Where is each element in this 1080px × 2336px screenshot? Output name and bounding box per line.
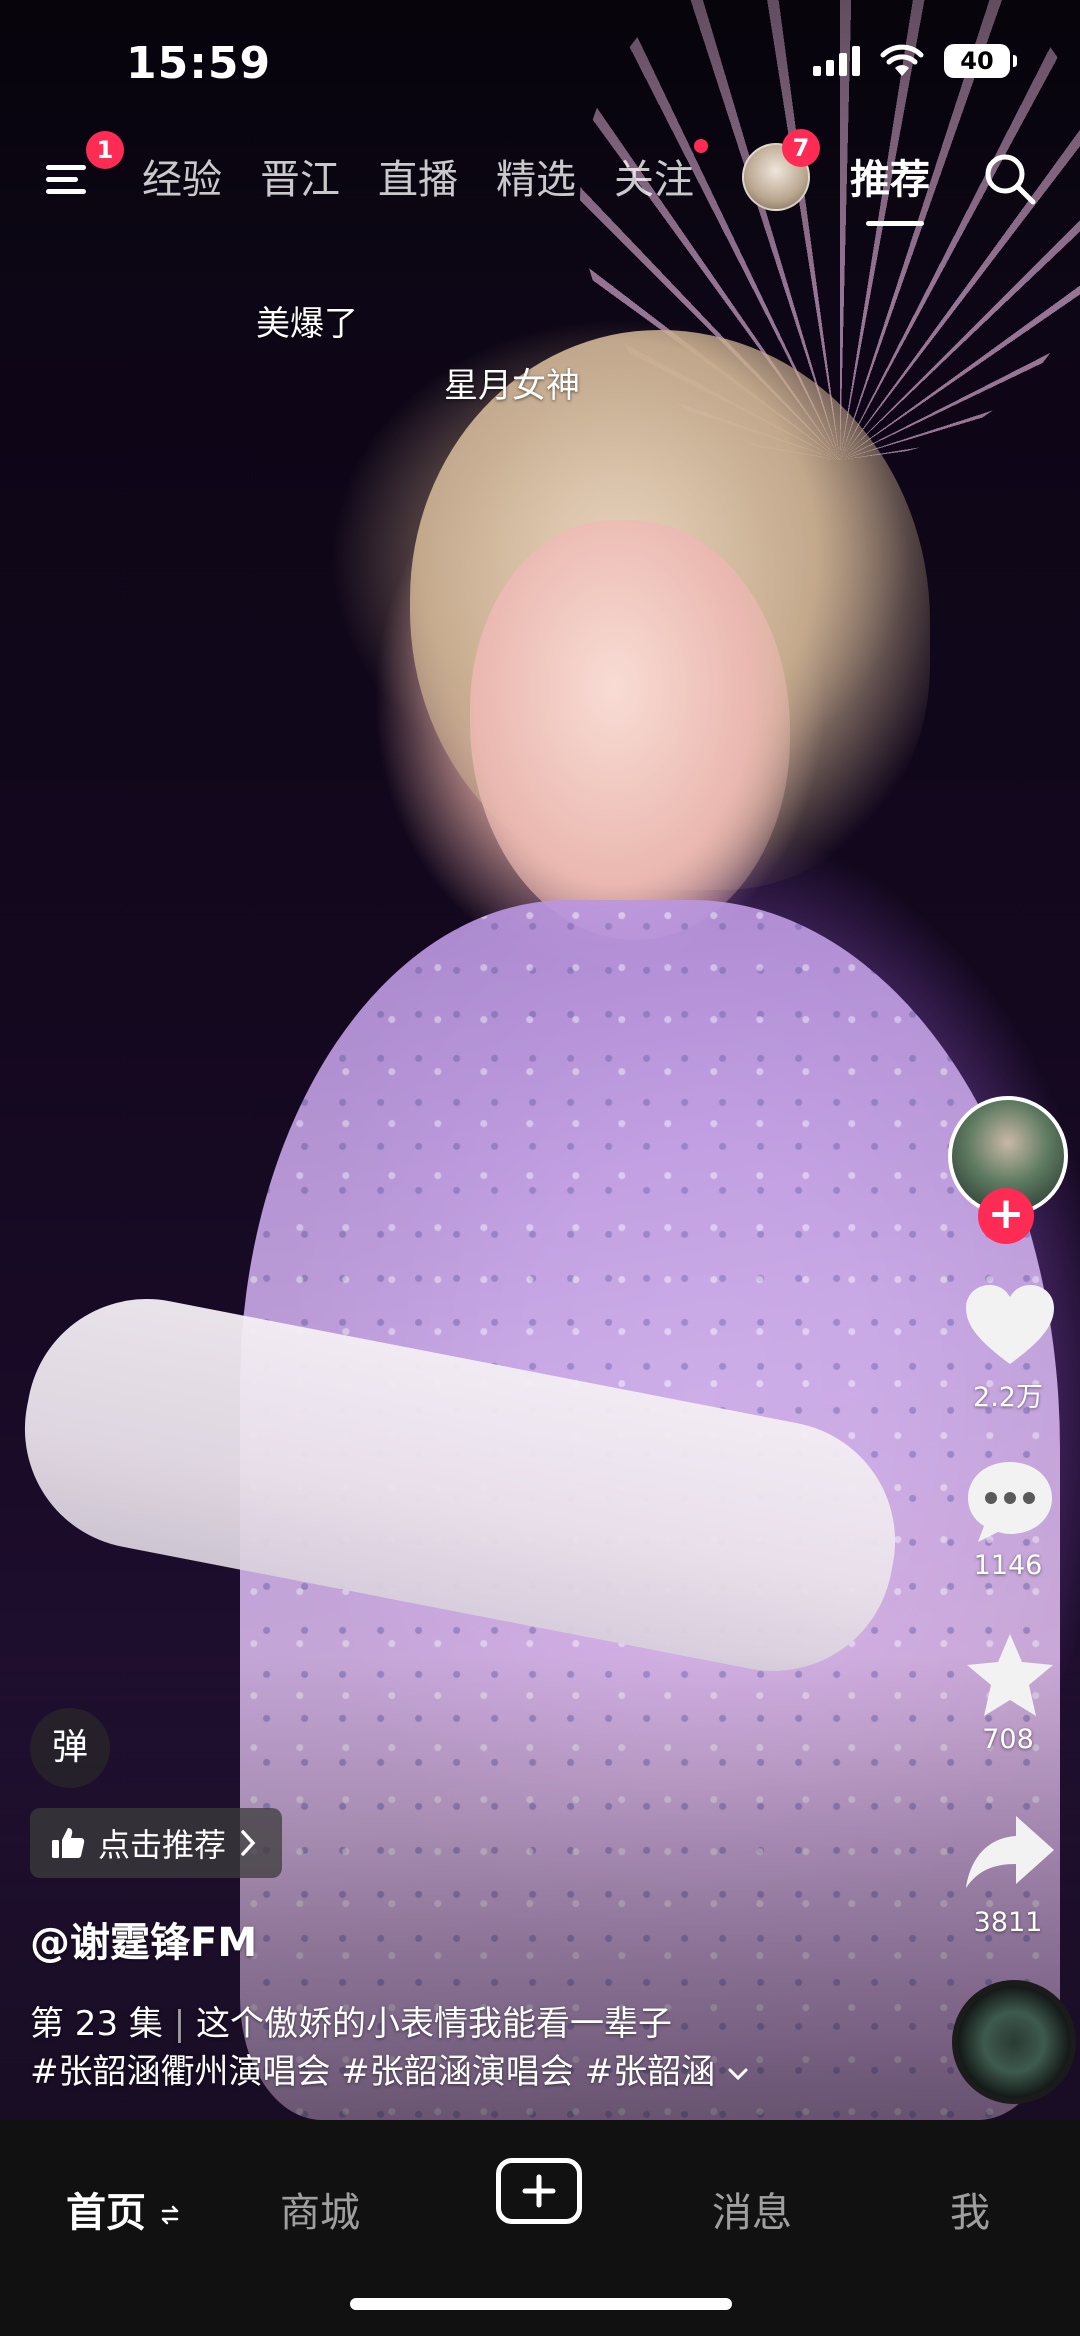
tab-experience[interactable]: 经验 bbox=[142, 147, 222, 205]
menu-badge: 1 bbox=[86, 131, 124, 169]
tab-messages[interactable]: 消息 bbox=[712, 2180, 792, 2238]
status-icons: 40 bbox=[813, 44, 1017, 78]
separator: | bbox=[173, 2004, 196, 2044]
tab-featured[interactable]: 精选 bbox=[496, 147, 576, 205]
battery-icon: 40 bbox=[944, 44, 1017, 78]
comment-icon[interactable] bbox=[960, 1456, 1060, 1546]
music-disc[interactable] bbox=[952, 1980, 1076, 2104]
star-icon[interactable] bbox=[960, 1630, 1060, 1720]
share-count: 3811 bbox=[973, 1907, 1043, 1938]
tab-following[interactable]: 关注 bbox=[614, 147, 694, 205]
wifi-icon bbox=[880, 44, 924, 76]
plus-icon bbox=[522, 2174, 556, 2208]
tab-home-label: 首页 bbox=[66, 2190, 146, 2236]
favorite-count: 708 bbox=[982, 1724, 1034, 1755]
tab-live[interactable]: 直播 bbox=[378, 147, 458, 205]
recommend-label: 点击推荐 bbox=[98, 1826, 227, 1864]
author-name[interactable]: @谢霆锋FM bbox=[30, 1910, 257, 1968]
recommend-button[interactable]: 点击推荐 bbox=[30, 1808, 283, 1878]
switch-arrows-icon bbox=[161, 2205, 179, 2225]
video-feed-screen: 15:59 40 1 经验 晋江 直播 精选 关注 7 推荐 美爆了 星月女神 … bbox=[0, 0, 1080, 2336]
create-button[interactable] bbox=[496, 2158, 582, 2224]
chevron-down-icon[interactable] bbox=[726, 2065, 750, 2083]
home-indicator bbox=[350, 2298, 732, 2310]
tab-me[interactable]: 我 bbox=[950, 2180, 990, 2238]
danmaku-comment: 星月女神 bbox=[444, 366, 580, 406]
episode-label: 第 23 集 bbox=[30, 2004, 163, 2044]
danmaku-toggle-button[interactable]: 弹 bbox=[30, 1708, 110, 1788]
thumbs-up-icon bbox=[52, 1828, 85, 1858]
tab-jinjiang[interactable]: 晋江 bbox=[260, 147, 340, 205]
status-time: 15:59 bbox=[126, 38, 272, 89]
share-icon[interactable] bbox=[960, 1808, 1060, 1898]
tab-mall[interactable]: 商城 bbox=[280, 2180, 360, 2238]
video-vignette bbox=[0, 0, 1080, 2120]
following-new-dot bbox=[694, 139, 708, 153]
cellular-signal-icon bbox=[813, 46, 860, 76]
like-count: 2.2万 bbox=[973, 1382, 1043, 1413]
search-icon[interactable] bbox=[980, 149, 1040, 209]
comment-count: 1146 bbox=[973, 1550, 1043, 1581]
heart-icon[interactable] bbox=[960, 1280, 1060, 1370]
menu-button[interactable] bbox=[42, 153, 92, 203]
chevron-right-icon bbox=[241, 1830, 256, 1856]
hashtags[interactable]: #张韶涵衢州演唱会 #张韶涵演唱会 #张韶涵 bbox=[30, 2052, 715, 2092]
danmaku-comment: 美爆了 bbox=[256, 304, 358, 344]
friend-avatar-badge: 7 bbox=[782, 129, 820, 167]
active-tab-indicator bbox=[866, 221, 924, 226]
video-description[interactable]: 第 23 集 | 这个傲娇的小表情我能看一辈子 #张韶涵衢州演唱会 #张韶涵演唱… bbox=[30, 2000, 910, 2096]
follow-plus-icon[interactable]: + bbox=[978, 1188, 1034, 1244]
video-player[interactable] bbox=[0, 0, 1080, 2120]
tab-home[interactable]: 首页 bbox=[66, 2180, 180, 2238]
top-nav: 1 经验 晋江 直播 精选 关注 7 推荐 bbox=[0, 129, 1080, 235]
caption-text: 这个傲娇的小表情我能看一辈子 bbox=[195, 2004, 672, 2044]
tab-recommend[interactable]: 推荐 bbox=[850, 147, 930, 205]
